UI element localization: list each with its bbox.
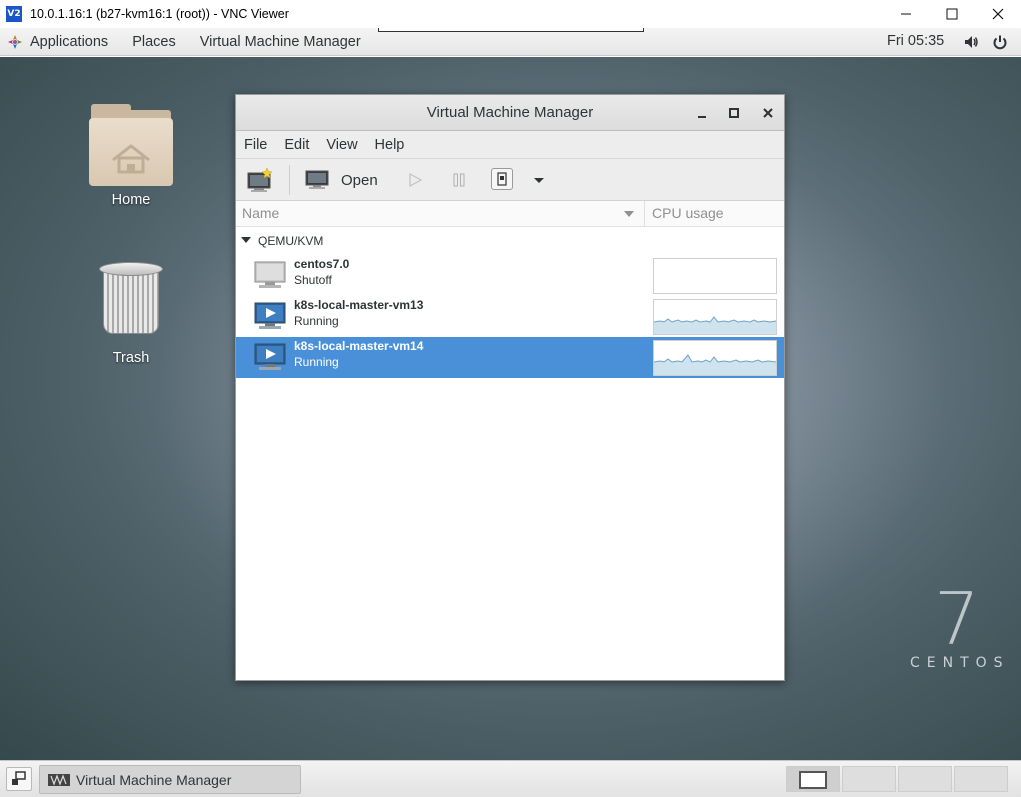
close-icon (763, 108, 773, 118)
taskbar-item-vmm[interactable]: Virtual Machine Manager (39, 765, 301, 794)
gnome-top-bar: Applications Places Virtual Machine Mana… (0, 28, 1021, 56)
vm-row-selected[interactable]: k8s-local-master-vm14 Running (236, 337, 784, 378)
trash-label: Trash (112, 350, 150, 366)
open-label: Open (341, 171, 378, 189)
column-header: Name CPU usage (236, 201, 784, 227)
shutdown-menu-button[interactable] (532, 173, 546, 187)
pause-icon (453, 173, 465, 187)
minimize-icon (901, 13, 911, 15)
maximize-button[interactable] (929, 0, 975, 28)
close-icon (992, 8, 1004, 20)
show-desktop-icon (12, 771, 26, 785)
vnc-titlebar: V2 10.0.1.16:1 (b27-kvm16:1 (root)) - VN… (0, 0, 1021, 28)
workspace-1[interactable] (786, 766, 840, 792)
places-menu[interactable]: Places (132, 34, 176, 50)
maximize-icon (729, 108, 739, 118)
workspace-thumbnail (799, 771, 827, 789)
vmm-app-icon (48, 773, 70, 786)
power-icon[interactable] (992, 34, 1008, 50)
vm-status: Shutoff (294, 273, 332, 287)
trash-icon (99, 262, 163, 336)
vm-row[interactable]: k8s-local-master-vm13 Running (236, 296, 784, 337)
vmm-titlebar[interactable]: Virtual Machine Manager (236, 95, 784, 131)
vmm-close-button[interactable] (760, 105, 776, 121)
vmm-app-menu[interactable]: Virtual Machine Manager (200, 34, 361, 50)
centos-brand-number: 7 (934, 577, 980, 661)
run-button[interactable] (406, 171, 424, 189)
minimize-icon (698, 116, 706, 118)
cpu-usage-graph (653, 299, 777, 335)
chevron-down-icon (534, 178, 544, 183)
vm-name: k8s-local-master-vm14 (294, 339, 424, 353)
workspace-3[interactable] (898, 766, 952, 792)
cpu-usage-graph (653, 340, 777, 376)
vnc-logo-icon: V2 (6, 6, 22, 22)
menu-edit[interactable]: Edit (284, 137, 309, 153)
workspace-4[interactable] (954, 766, 1008, 792)
vm-row[interactable]: centos7.0 Shutoff (236, 255, 784, 296)
maximize-icon (946, 8, 958, 20)
column-name-header[interactable]: Name (242, 205, 279, 221)
monitor-icon (305, 170, 329, 189)
vmm-menubar: File Edit View Help (236, 131, 784, 159)
vm-running-icon (254, 302, 286, 329)
vnc-window-title: 10.0.1.16:1 (b27-kvm16:1 (root)) - VNC V… (30, 7, 289, 21)
activities-search-stub (378, 28, 644, 32)
shutdown-button[interactable] (491, 168, 513, 190)
vm-status: Running (294, 355, 339, 369)
expander-down-icon[interactable] (241, 236, 251, 244)
workspace-2[interactable] (842, 766, 896, 792)
minimize-button[interactable] (883, 0, 929, 28)
cpu-usage-graph (653, 258, 777, 294)
play-icon (409, 172, 423, 188)
taskbar: Virtual Machine Manager (0, 760, 1021, 797)
home-folder-icon (89, 104, 173, 186)
new-vm-icon (247, 167, 273, 192)
vm-name: k8s-local-master-vm13 (294, 298, 424, 312)
volume-icon[interactable] (963, 34, 979, 50)
desktop-icon-trash[interactable]: Trash (76, 262, 186, 366)
applications-menu[interactable]: Applications (30, 34, 108, 50)
vm-shutoff-icon (254, 261, 286, 288)
home-label: Home (111, 192, 151, 208)
open-button[interactable]: Open (305, 167, 395, 193)
menu-help[interactable]: Help (375, 137, 405, 153)
menu-view[interactable]: View (326, 137, 357, 153)
centos-brand-word: CENTOS (910, 655, 1010, 671)
shutdown-icon (497, 172, 507, 186)
vmm-maximize-button[interactable] (726, 105, 742, 121)
menu-file[interactable]: File (244, 137, 267, 153)
pause-button[interactable] (450, 171, 468, 189)
close-button[interactable] (975, 0, 1021, 28)
vmm-window: Virtual Machine Manager File Edit View H… (235, 94, 785, 681)
show-desktop-button[interactable] (6, 767, 32, 791)
new-vm-button[interactable] (247, 167, 273, 193)
column-cpu-header[interactable]: CPU usage (652, 205, 724, 221)
vm-running-icon (254, 343, 286, 370)
connection-label: QEMU/KVM (258, 234, 324, 248)
taskbar-item-label: Virtual Machine Manager (76, 771, 232, 788)
applications-icon (8, 34, 22, 49)
desktop-icon-home[interactable]: Home (76, 104, 186, 208)
clock[interactable]: Fri 05:35 (887, 33, 944, 49)
vm-status: Running (294, 314, 339, 328)
vmm-minimize-button[interactable] (694, 105, 710, 121)
vm-name: centos7.0 (294, 257, 350, 271)
sort-chevron-down-icon[interactable] (624, 210, 634, 218)
vmm-toolbar: Open (236, 159, 784, 201)
